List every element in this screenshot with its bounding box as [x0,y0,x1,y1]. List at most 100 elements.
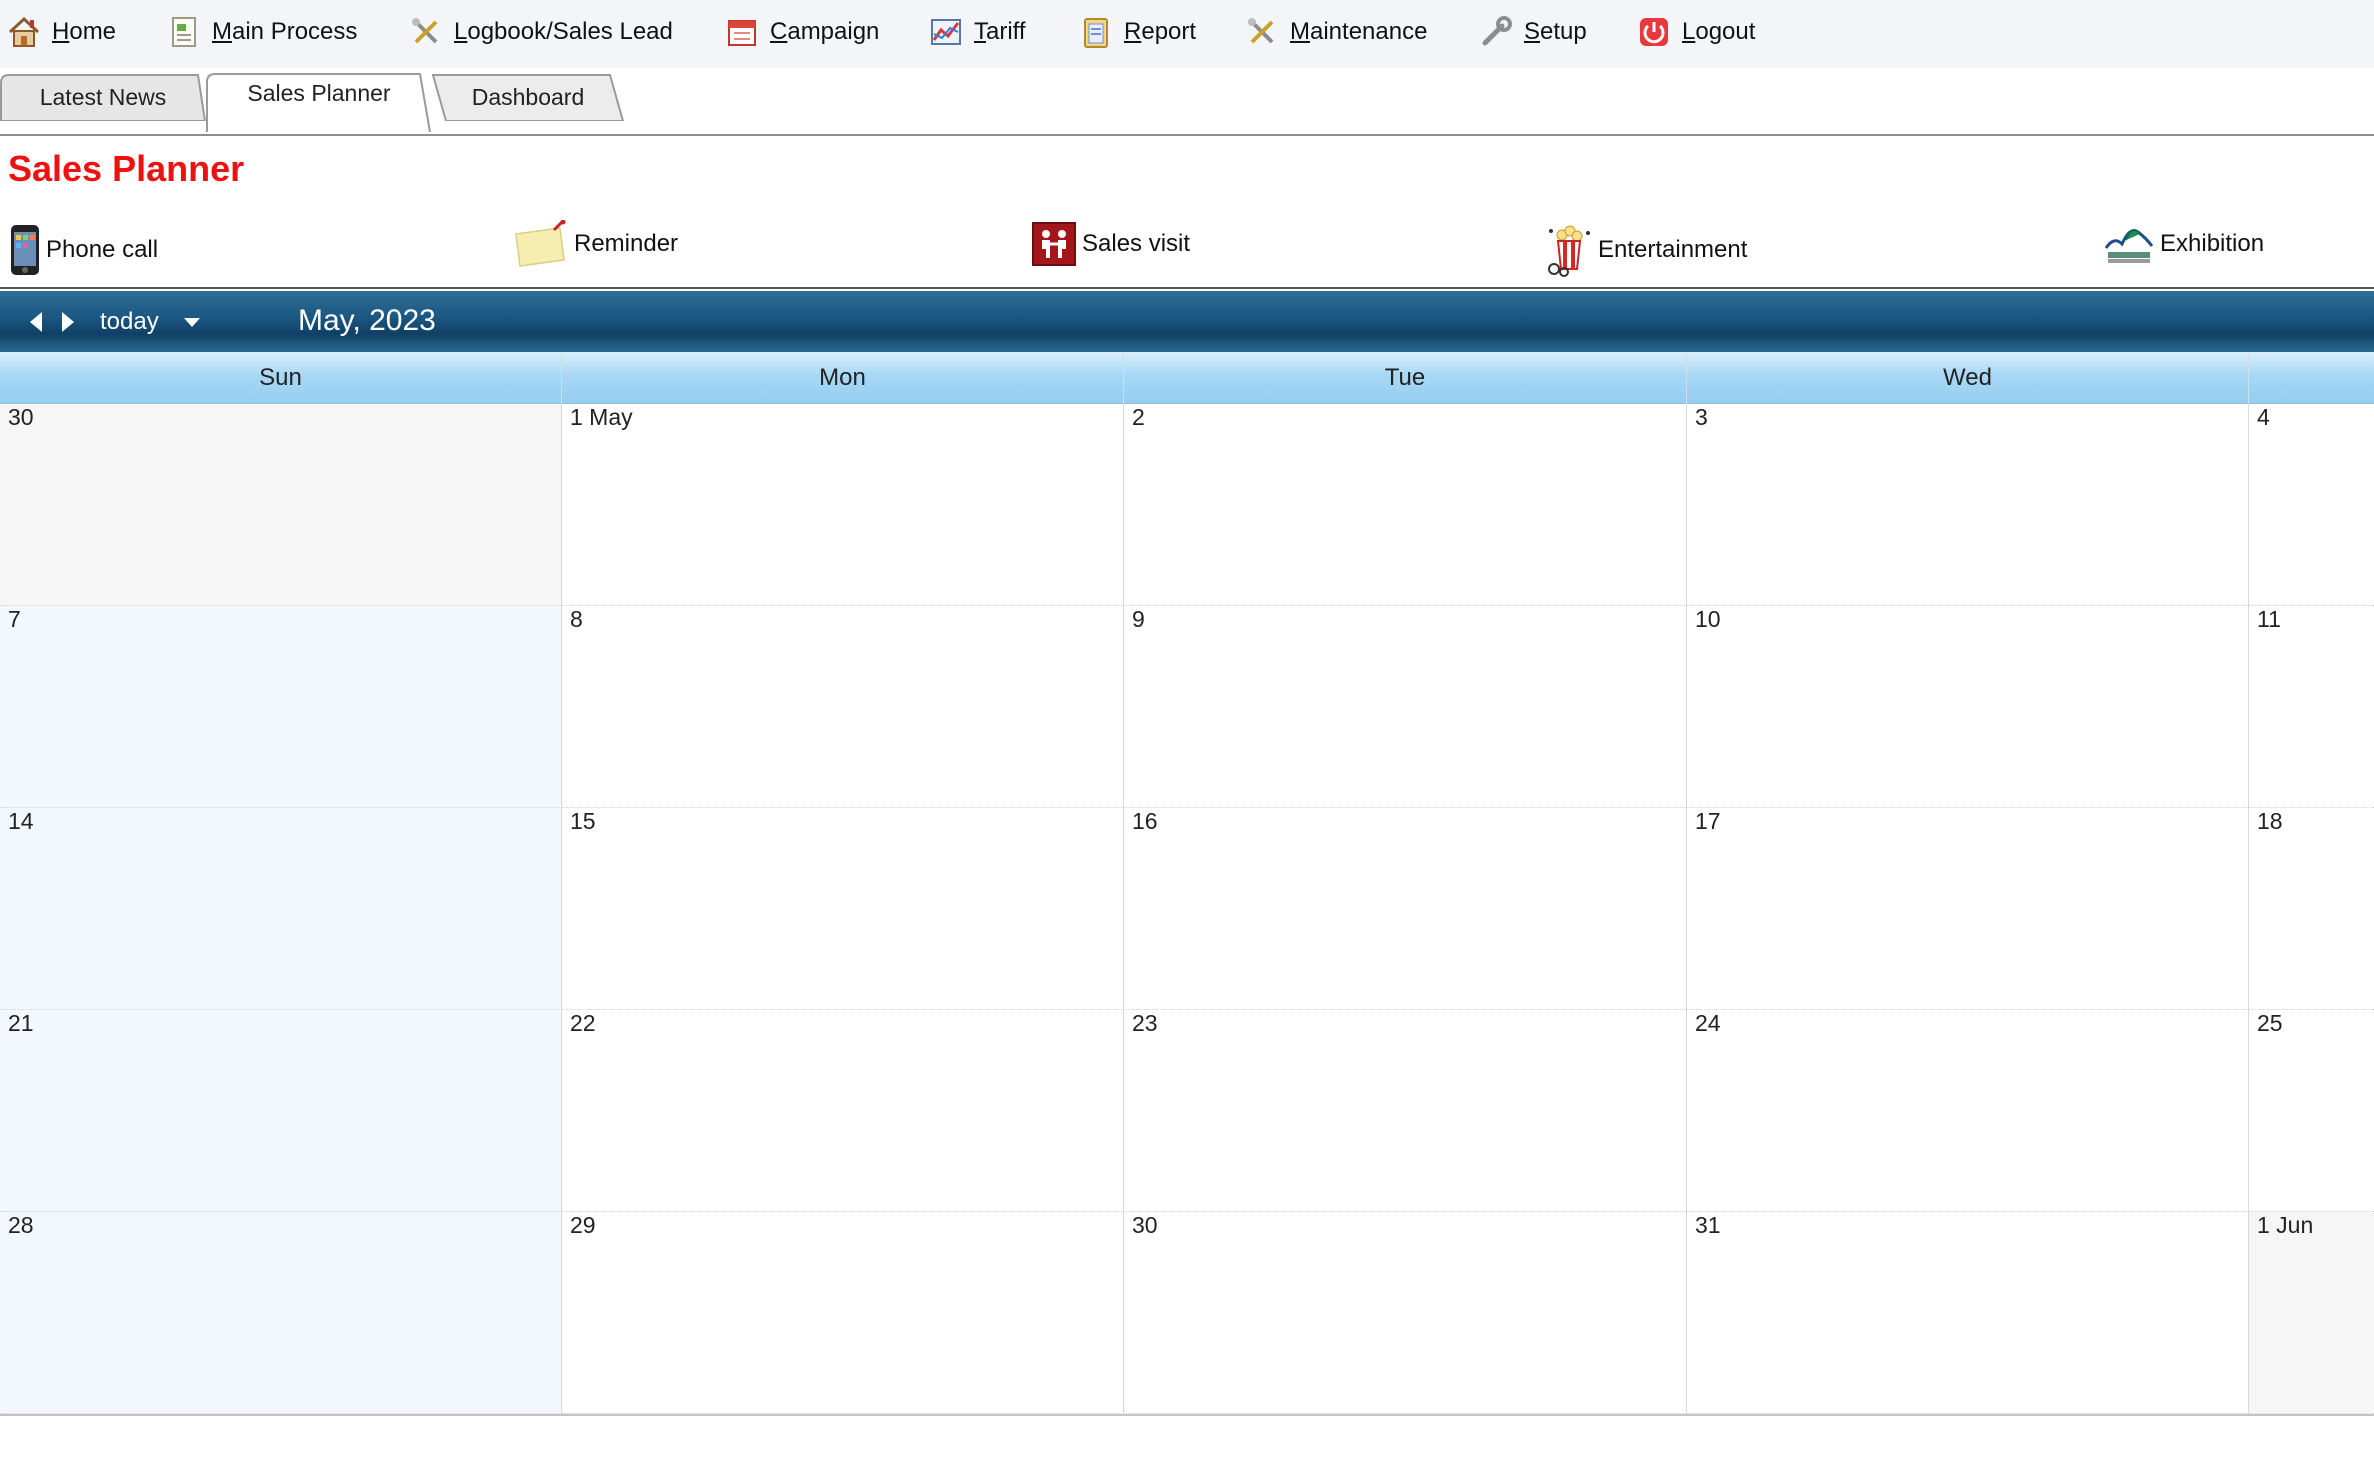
legend-reminder: Reminder [514,214,678,274]
day-cell[interactable]: 8 [562,606,1124,808]
day-cell[interactable]: 25 [2249,1010,2374,1212]
day-cell[interactable]: 10 [1687,606,2249,808]
day-number: 24 [1695,1010,1721,1036]
menu-tariff[interactable]: Tariff [928,0,1026,64]
day-number: 10 [1695,606,1721,632]
menu-campaign-label: Campaign [770,18,880,45]
day-cell[interactable]: 11 [2249,606,2374,808]
day-number: 17 [1695,808,1721,834]
power-icon [1636,14,1672,50]
day-cell[interactable]: 22 [562,1010,1124,1212]
tab-latest-news-label: Latest News [39,83,167,110]
prev-month-arrow-icon[interactable] [24,308,50,336]
day-number: 1 May [570,404,633,430]
menu-report-label: Report [1124,18,1197,45]
tab-sales-planner-label: Sales Planner [247,79,391,106]
menu-home[interactable]: Home [6,0,116,64]
day-number: 15 [570,808,596,834]
tools-icon [1244,14,1280,50]
day-number: 21 [8,1010,34,1036]
legend-entertainment-label: Entertainment [1598,236,1748,263]
legend-reminder-label: Reminder [574,230,679,257]
next-month-arrow-icon[interactable] [54,308,80,336]
day-cell[interactable]: 29 [562,1212,1124,1414]
document-icon [166,14,202,50]
calendar-weekday-header: Sun Mon Tue Wed [0,352,2374,404]
day-number: 9 [1132,606,1145,632]
day-cell[interactable]: 30 [1124,1212,1687,1414]
house-icon [6,14,42,50]
legend-phone-call-label: Phone call [46,236,159,263]
menu-main-process[interactable]: Main Process [166,0,357,64]
day-cell[interactable]: 31 [1687,1212,2249,1414]
day-cell[interactable]: 21 [0,1010,562,1212]
view-dropdown-caret-icon[interactable] [178,308,206,336]
tab-strip: Latest News Sales Planner Dashboard [0,68,2374,136]
day-cell[interactable]: 3 [1687,404,2249,606]
legend-divider [0,287,2374,289]
chart-icon [928,14,964,50]
day-cell[interactable]: 9 [1124,606,1687,808]
calendar-month-grid: 30 1 May 2 3 4 7 8 9 10 11 14 15 16 17 18 21 22 23 24 25 28 2… [0,404,2374,1416]
day-number: 30 [8,404,34,430]
day-number: 23 [1132,1010,1158,1036]
menu-report[interactable]: Report [1078,0,1196,64]
day-number: 31 [1695,1212,1721,1238]
weekday-mon: Mon [562,352,1124,404]
tab-sales-planner[interactable]: Sales Planner [206,70,432,132]
day-cell[interactable]: 17 [1687,808,2249,1010]
day-number: 25 [2257,1010,2283,1036]
day-cell[interactable]: 16 [1124,808,1687,1010]
menu-main-process-label: Main Process [212,18,358,45]
day-cell[interactable]: 14 [0,808,562,1010]
day-cell[interactable]: 28 [0,1212,562,1414]
popcorn-icon [1546,223,1592,277]
legend-sales-visit-label: Sales visit [1082,230,1191,257]
legend-exhibition-label: Exhibition [2160,230,2265,257]
day-cell[interactable]: 30 [0,404,562,606]
weekday-sun: Sun [0,352,562,404]
menu-maintenance-label: Maintenance [1290,18,1428,45]
weekday-tue: Tue [1124,352,1687,404]
menu-maintenance[interactable]: Maintenance [1244,0,1427,64]
day-number: 30 [1132,1212,1158,1238]
page-title: Sales Planner [8,148,245,189]
legend-sales-visit: Sales visit [1032,214,1190,274]
menu-home-label: Home [52,18,117,45]
day-number: 8 [570,606,583,632]
day-number: 16 [1132,808,1158,834]
day-cell[interactable]: 1 Jun [2249,1212,2374,1414]
menu-logout[interactable]: Logout [1636,0,1755,64]
day-number: 7 [8,606,21,632]
day-cell[interactable]: 1 May [562,404,1124,606]
day-number: 2 [1132,404,1145,430]
calendar-icon [724,14,760,50]
day-cell[interactable]: 15 [562,808,1124,1010]
day-number: 4 [2257,404,2270,430]
tab-dashboard[interactable]: Dashboard [432,73,624,121]
day-cell[interactable]: 23 [1124,1010,1687,1212]
day-cell[interactable]: 4 [2249,404,2374,606]
weekday-thu [2249,352,2374,404]
menu-setup[interactable]: Setup [1478,0,1587,64]
legend-phone-call: Phone call [10,220,158,280]
phone-icon [10,224,40,276]
day-number: 1 Jun [2257,1212,2314,1238]
tab-dashboard-label: Dashboard [471,83,585,110]
menu-setup-label: Setup [1524,18,1587,45]
day-number: 18 [2257,808,2283,834]
tools-icon [408,14,444,50]
day-number: 3 [1695,404,1708,430]
handshake-icon [1032,222,1076,266]
today-button[interactable]: today [100,303,159,341]
day-cell[interactable]: 24 [1687,1010,2249,1212]
day-cell[interactable]: 18 [2249,808,2374,1010]
menu-logbook[interactable]: Logbook/Sales Lead [408,0,673,64]
menu-campaign[interactable]: Campaign [724,0,879,64]
sticky-note-icon [514,220,568,268]
legend-exhibition: Exhibition [2104,214,2264,274]
day-cell[interactable]: 2 [1124,404,1687,606]
tab-latest-news[interactable]: Latest News [0,73,206,121]
calendar-month-title: May, 2023 [298,304,436,337]
day-cell[interactable]: 7 [0,606,562,808]
